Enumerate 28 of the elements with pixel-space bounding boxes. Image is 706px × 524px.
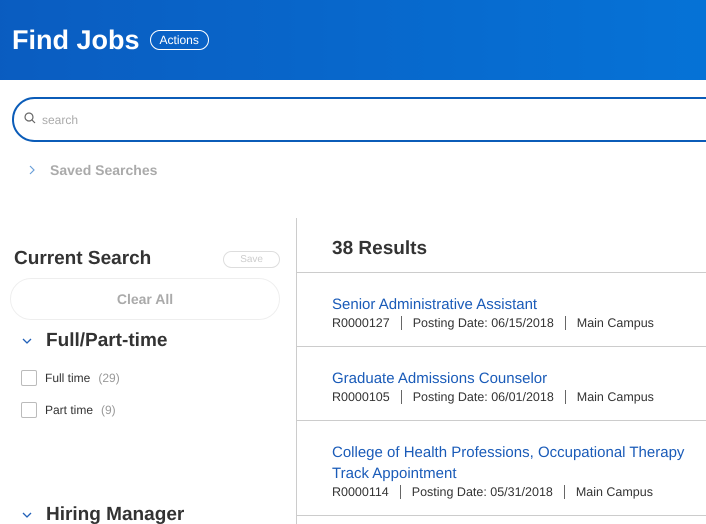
chevron-icon[interactable] <box>28 164 36 176</box>
checkbox[interactable] <box>21 370 37 386</box>
actions-button[interactable]: Actions <box>150 30 209 50</box>
job-meta-text: R0000105 <box>332 390 390 404</box>
facet-title: Hiring Manager <box>46 504 184 524</box>
chevron-icon[interactable] <box>22 511 32 519</box>
current-search-title: Current Search <box>14 248 152 270</box>
option-count: (29) <box>98 371 120 385</box>
job-title-link[interactable]: College of Health Professions, Occupational Therapy Track Appointment <box>332 442 706 484</box>
option-count: (9) <box>101 403 116 417</box>
results-count: 38 Results <box>332 238 428 259</box>
facet-title: Full/Part-time <box>46 330 168 352</box>
checkbox[interactable] <box>21 402 37 418</box>
search-field[interactable]: search <box>12 97 706 142</box>
job-title-link[interactable]: Senior Administrative Assistant <box>332 294 706 315</box>
job-meta-text: Posting Date: 06/01/2018 <box>400 390 554 404</box>
job-meta-text: R0000127 <box>332 316 390 330</box>
job-meta-text: R0000114 <box>332 485 389 499</box>
job-meta-text: Main Campus <box>564 316 654 330</box>
job-meta-text: Main Campus <box>564 390 654 404</box>
chevron-icon[interactable] <box>22 337 32 345</box>
page-title: Find Jobs <box>12 24 140 56</box>
option-label: Part time <box>45 403 94 417</box>
option-label: Full time <box>45 371 90 385</box>
job-meta-text: Posting Date: 05/31/2018 <box>400 485 553 499</box>
job-title-link[interactable]: Graduate Admissions Counselor <box>332 368 706 389</box>
job-meta-text: Posting Date: 06/15/2018 <box>400 316 554 330</box>
job-meta-text: Main Campus <box>564 485 653 499</box>
